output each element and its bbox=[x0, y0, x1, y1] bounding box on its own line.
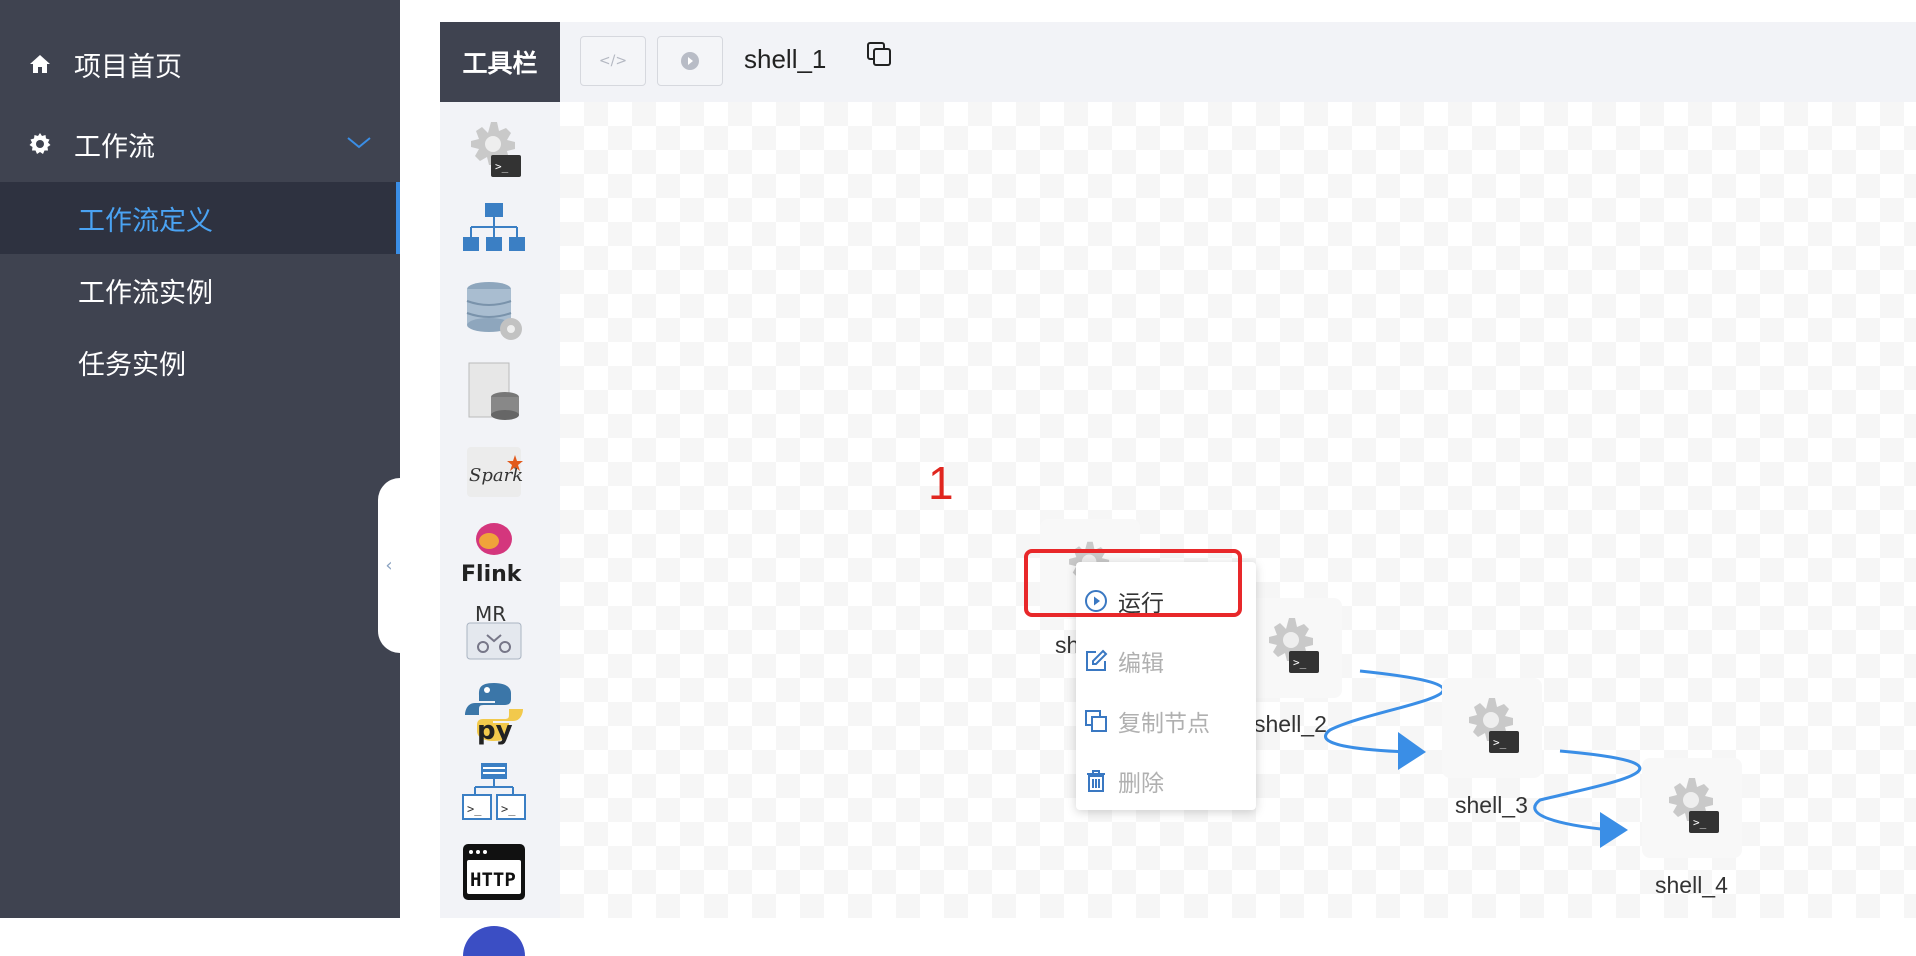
dag-node-shell-3[interactable]: >_ bbox=[1442, 678, 1542, 778]
sidebar: 项目首页 工作流 工作流定义 工作流实例 任务实例 ‹ bbox=[0, 0, 400, 918]
edit-icon bbox=[1082, 647, 1110, 675]
python-icon: py bbox=[465, 683, 523, 745]
node-label-shell-3: shell_3 bbox=[1455, 792, 1528, 818]
spark-icon: Spark bbox=[467, 447, 523, 497]
toolbox-title: 工具栏 bbox=[440, 22, 560, 102]
submenu-label-definition: 工作流定义 bbox=[78, 205, 213, 237]
menu-label-workflow: 工作流 bbox=[74, 131, 155, 163]
context-menu-delete[interactable]: 删除 bbox=[1076, 756, 1256, 806]
mapreduce-icon: MR bbox=[466, 602, 522, 660]
run-workflow-button[interactable] bbox=[657, 36, 723, 86]
context-menu-delete-label: 删除 bbox=[1118, 771, 1164, 797]
tool-spark[interactable]: Spark bbox=[458, 436, 530, 508]
home-icon bbox=[30, 55, 50, 73]
tool-datax[interactable] bbox=[458, 916, 530, 956]
svg-text:>_: >_ bbox=[501, 802, 516, 816]
sidebar-collapse-toggle[interactable]: ‹ bbox=[378, 478, 400, 653]
node-label-shell-2: shell_2 bbox=[1254, 711, 1327, 737]
copy-icon bbox=[1082, 707, 1110, 735]
tool-flink[interactable]: Flink bbox=[458, 516, 530, 588]
shell-node-icon: >_ bbox=[1469, 698, 1519, 753]
context-menu-edit-label: 编辑 bbox=[1118, 651, 1164, 677]
dependent-task-icon: >_ >_ bbox=[462, 763, 526, 820]
view-code-button[interactable]: </> bbox=[580, 36, 646, 86]
datax-icon bbox=[463, 926, 525, 956]
http-icon: HTTP bbox=[463, 844, 525, 900]
svg-text:HTTP: HTTP bbox=[470, 869, 516, 891]
tool-shell[interactable]: >_ bbox=[458, 116, 530, 188]
chevron-down-icon[interactable] bbox=[346, 132, 372, 152]
context-menu-copy-label: 复制节点 bbox=[1118, 711, 1210, 737]
submenu-label-task: 任务实例 bbox=[78, 349, 186, 381]
tool-sql[interactable] bbox=[458, 356, 530, 428]
code-icon: </> bbox=[598, 53, 628, 69]
menu-item-project-home[interactable]: 项目首页 bbox=[0, 28, 400, 100]
menu-label-home: 项目首页 bbox=[74, 51, 182, 83]
shell-node-icon: >_ bbox=[1269, 618, 1319, 673]
toolbox: >_ Spark Flink MR py >_ >_ HTTP bbox=[440, 102, 560, 956]
play-circle-icon bbox=[681, 52, 699, 70]
submenu-task-instance[interactable]: 任务实例 bbox=[0, 326, 400, 398]
trash-icon bbox=[1082, 767, 1110, 795]
dag-node-shell-4[interactable]: >_ bbox=[1642, 758, 1742, 858]
tool-procedure[interactable] bbox=[458, 276, 530, 348]
submenu-label-instance: 工作流实例 bbox=[78, 277, 213, 309]
shell-task-icon: >_ bbox=[471, 122, 521, 177]
svg-text:Spark: Spark bbox=[469, 465, 523, 486]
flink-icon: Flink bbox=[461, 523, 523, 587]
dag-node-shell-2[interactable]: >_ bbox=[1242, 598, 1342, 698]
svg-text:Flink: Flink bbox=[461, 562, 523, 587]
menu-item-workflow[interactable]: 工作流 bbox=[0, 108, 400, 180]
svg-text:>_: >_ bbox=[1493, 736, 1507, 749]
tool-http[interactable]: HTTP bbox=[458, 836, 530, 908]
workflow-name: shell_1 bbox=[744, 44, 827, 74]
submenu-workflow-definition[interactable]: 工作流定义 bbox=[0, 182, 400, 254]
svg-text:>_: >_ bbox=[1293, 656, 1307, 669]
context-menu-copy-node[interactable]: 复制节点 bbox=[1076, 696, 1256, 746]
chevron-left-icon: ‹ bbox=[385, 555, 393, 576]
tool-sub-process[interactable] bbox=[458, 196, 530, 268]
hierarchy-icon bbox=[463, 203, 525, 251]
copy-icon[interactable] bbox=[866, 41, 892, 67]
tool-mr[interactable]: MR bbox=[458, 596, 530, 668]
svg-text:MR: MR bbox=[475, 602, 506, 626]
svg-text:py: py bbox=[477, 716, 513, 745]
submenu-workflow-instance[interactable]: 工作流实例 bbox=[0, 254, 400, 326]
context-menu-edit[interactable]: 编辑 bbox=[1076, 636, 1256, 686]
annotation-highlight-box bbox=[1024, 549, 1242, 617]
annotation-step-number: 1 bbox=[928, 457, 954, 509]
tool-python[interactable]: py bbox=[458, 676, 530, 748]
database-gear-icon bbox=[466, 282, 522, 340]
svg-text:>_: >_ bbox=[495, 160, 509, 173]
gear-icon bbox=[29, 133, 51, 154]
svg-text:>_: >_ bbox=[467, 802, 482, 816]
svg-text:>_: >_ bbox=[1693, 816, 1707, 829]
sql-database-icon bbox=[468, 362, 519, 420]
node-label-shell-4: shell_4 bbox=[1655, 872, 1728, 898]
shell-node-icon: >_ bbox=[1669, 778, 1719, 833]
tool-dependent[interactable]: >_ >_ bbox=[458, 756, 530, 828]
